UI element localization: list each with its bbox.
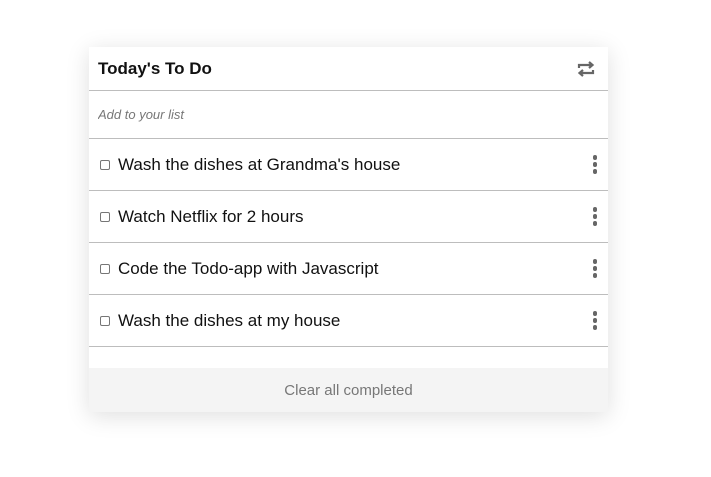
add-row [89, 91, 608, 139]
list-item: Code the Todo-app with Javascript [89, 243, 608, 295]
more-vertical-icon[interactable] [588, 258, 602, 280]
item-text: Wash the dishes at my house [118, 310, 341, 330]
item-checkbox[interactable] [100, 159, 110, 170]
item-text: Watch Netflix for 2 hours [118, 206, 304, 226]
add-todo-input[interactable] [98, 107, 599, 122]
item-checkbox[interactable] [100, 263, 110, 274]
list-item: Watch Netflix for 2 hours [89, 191, 608, 243]
todo-footer: Clear all completed [89, 368, 608, 412]
more-vertical-icon[interactable] [588, 206, 602, 228]
page-title: Today's To Do [98, 58, 212, 78]
item-checkbox[interactable] [100, 315, 110, 326]
todo-header: Today's To Do [89, 47, 608, 91]
more-vertical-icon[interactable] [588, 154, 602, 176]
todo-card: Today's To Do Wash the dishes at Grandma… [89, 47, 608, 412]
refresh-icon[interactable] [574, 57, 598, 81]
item-checkbox[interactable] [100, 211, 110, 222]
item-text: Wash the dishes at Grandma's house [118, 154, 401, 174]
more-vertical-icon[interactable] [588, 310, 602, 332]
clear-completed-button[interactable]: Clear all completed [284, 382, 412, 399]
list-item: Wash the dishes at my house [89, 295, 608, 347]
todo-list: Wash the dishes at Grandma's house Watch… [89, 139, 608, 347]
list-item: Wash the dishes at Grandma's house [89, 139, 608, 191]
item-text: Code the Todo-app with Javascript [118, 258, 379, 278]
